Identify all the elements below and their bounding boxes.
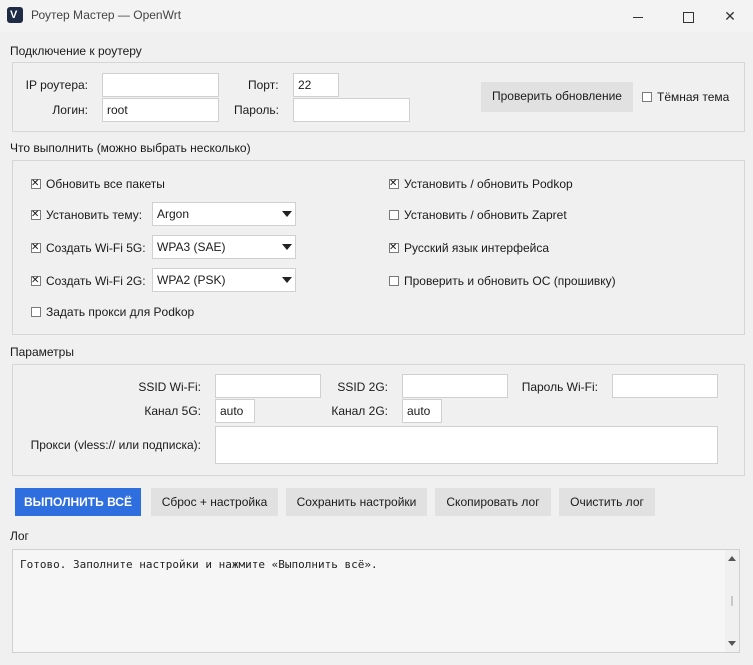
wifi-2g-security-select[interactable]: WPA2 (PSK) [152,268,296,292]
dark-theme-checkbox[interactable]: Тёмная тема [642,90,729,104]
install-theme-box[interactable] [31,208,41,222]
port-label: Порт: [248,78,279,92]
wifi-password-label: Пароль Wi-Fi: [521,380,598,394]
maximize-button[interactable] [665,0,711,32]
check-os-label: Проверить и обновить ОС (прошивку) [404,274,616,288]
save-settings-button[interactable]: Сохранить настройки [286,488,427,516]
minimize-icon [633,16,643,18]
check-update-button[interactable]: Проверить обновление [481,82,633,112]
proxy-input[interactable] [215,426,718,464]
channel-2g-input[interactable] [402,399,442,423]
theme-select-value: Argon [157,207,190,221]
install-zapret-box[interactable] [389,210,399,220]
connection-section-title: Подключение к роутеру [10,44,142,58]
russian-ui-label: Русский язык интерфейса [404,241,550,255]
ssid-wifi-label: SSID Wi-Fi: [138,380,201,394]
wifi-2g-checkbox[interactable]: Создать Wi-Fi 2G: [31,274,146,288]
login-input[interactable] [102,98,219,122]
scroll-down-icon[interactable] [728,641,736,646]
install-zapret-checkbox[interactable]: Установить / обновить Zapret [389,208,567,222]
chevron-down-icon[interactable] [279,203,295,225]
install-theme-label: Установить тему: [46,208,143,222]
password-input[interactable] [293,98,410,122]
channel-2g-label: Канал 2G: [331,404,388,418]
run-all-button[interactable]: ВЫПОЛНИТЬ ВСЁ [15,488,141,516]
chevron-down-icon[interactable] [279,236,295,258]
params-section-title: Параметры [10,345,74,359]
install-podkop-checkbox[interactable]: Установить / обновить Podkop [389,177,573,191]
check-os-box[interactable] [389,276,399,286]
russian-ui-checkbox[interactable]: Русский язык интерфейса [389,241,549,255]
wifi-5g-label: Создать Wi-Fi 5G: [46,241,146,255]
title-bar: V Роутер Мастер — OpenWrt ✕ [0,0,753,32]
copy-log-button[interactable]: Скопировать лог [435,488,551,516]
wifi-2g-box[interactable] [31,274,41,288]
wifi-5g-box[interactable] [31,241,41,255]
proxy-podkop-box[interactable] [31,307,41,317]
scroll-thumb[interactable] [728,570,736,632]
wifi-5g-security-value: WPA3 (SAE) [157,240,226,254]
install-theme-checkbox[interactable]: Установить тему: [31,208,142,222]
close-icon: ✕ [724,8,736,24]
tasks-section-title: Что выполнить (можно выбрать несколько) [10,141,251,155]
log-section-title: Лог [10,529,29,543]
login-label: Логин: [52,103,88,117]
log-scrollbar[interactable] [725,550,739,652]
password-label: Пароль: [234,103,279,117]
update-packages-box[interactable] [31,177,41,191]
ip-input[interactable] [102,73,219,97]
dark-theme-box[interactable] [642,92,652,102]
wifi-2g-security-value: WPA2 (PSK) [157,273,226,287]
proxy-podkop-checkbox[interactable]: Задать прокси для Podkop [31,305,194,319]
reset-setup-button[interactable]: Сброс + настройка [151,488,278,516]
proxy-label: Прокси (vless:// или подписка): [30,438,201,452]
log-textarea[interactable]: Готово. Заполните настройки и нажмите «В… [12,549,740,653]
port-input[interactable] [293,73,339,97]
window-title: Роутер Мастер — OpenWrt [31,8,182,22]
install-zapret-label: Установить / обновить Zapret [404,208,567,222]
check-os-checkbox[interactable]: Проверить и обновить ОС (прошивку) [389,274,616,288]
close-button[interactable]: ✕ [707,0,753,32]
ip-label: IP роутера: [25,78,88,92]
ssid-2g-input[interactable] [402,374,508,398]
russian-ui-box[interactable] [389,241,399,255]
minimize-button[interactable] [615,0,661,32]
theme-select[interactable]: Argon [152,202,296,226]
ssid-2g-label: SSID 2G: [337,380,388,394]
maximize-icon [682,11,694,23]
proxy-podkop-label: Задать прокси для Podkop [46,305,195,319]
wifi-5g-security-select[interactable]: WPA3 (SAE) [152,235,296,259]
update-packages-label: Обновить все пакеты [46,177,165,191]
dark-theme-label: Тёмная тема [657,90,730,104]
channel-5g-input[interactable] [215,399,255,423]
wifi-2g-label: Создать Wi-Fi 2G: [46,274,146,288]
wifi-5g-checkbox[interactable]: Создать Wi-Fi 5G: [31,241,146,255]
wifi-password-input[interactable] [612,374,718,398]
clear-log-button[interactable]: Очистить лог [559,488,655,516]
install-podkop-label: Установить / обновить Podkop [404,177,573,191]
update-packages-checkbox[interactable]: Обновить все пакеты [31,177,165,191]
log-text: Готово. Заполните настройки и нажмите «В… [20,558,378,571]
install-podkop-box[interactable] [389,177,399,191]
scroll-up-icon[interactable] [728,556,736,561]
app-logo-icon: V [7,7,23,23]
channel-5g-label: Канал 5G: [144,404,201,418]
chevron-down-icon[interactable] [279,269,295,291]
